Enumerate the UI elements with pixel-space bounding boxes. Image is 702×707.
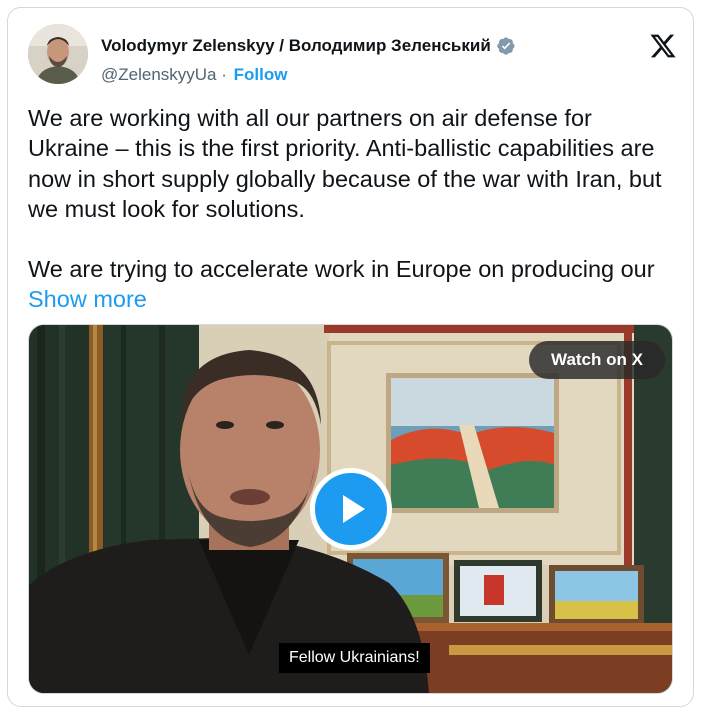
author-display-name[interactable]: Volodymyr Zelenskyy / Володимир Зеленськ… bbox=[101, 36, 491, 56]
watch-on-x-button[interactable]: Watch on X bbox=[529, 341, 665, 379]
video-player[interactable]: Watch on X Fellow Ukrainians! bbox=[28, 324, 673, 694]
x-logo-icon[interactable] bbox=[648, 32, 678, 60]
tweet-paragraph-1: We are working with all our partners on … bbox=[28, 105, 662, 222]
verified-badge-icon bbox=[497, 37, 515, 55]
tweet-text: We are working with all our partners on … bbox=[28, 103, 678, 315]
play-icon bbox=[343, 495, 365, 523]
author-avatar[interactable] bbox=[28, 24, 88, 84]
avatar-image bbox=[28, 24, 88, 84]
play-button[interactable] bbox=[310, 468, 392, 550]
show-more-link[interactable]: Show more bbox=[28, 286, 147, 312]
tweet-card: Volodymyr Zelenskyy / Володимир Зеленськ… bbox=[7, 7, 694, 707]
video-caption: Fellow Ukrainians! bbox=[279, 643, 430, 673]
tweet-paragraph-2: We are trying to accelerate work in Euro… bbox=[28, 254, 678, 315]
author-handle-row: @ZelenskyyUa · Follow bbox=[101, 65, 287, 85]
tweet-paragraph-2-text: We are trying to accelerate work in Euro… bbox=[28, 256, 655, 283]
author-name-row[interactable]: Volodymyr Zelenskyy / Володимир Зеленськ… bbox=[101, 36, 516, 56]
handle-separator: · bbox=[221, 65, 227, 84]
author-handle[interactable]: @ZelenskyyUa bbox=[101, 65, 217, 84]
follow-button[interactable]: Follow bbox=[234, 65, 288, 84]
